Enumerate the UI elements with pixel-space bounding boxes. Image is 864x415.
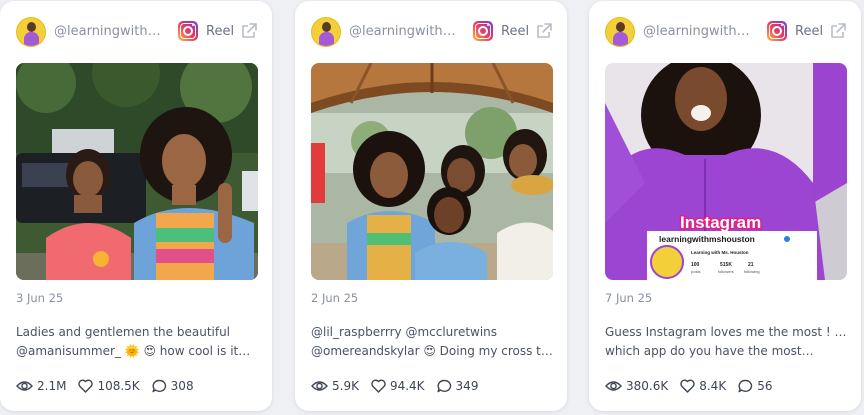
heart-icon — [680, 379, 695, 393]
overlay-following-label: following — [744, 269, 760, 274]
post-card[interactable]: @learningwithm… Reel Instagram learningw… — [589, 1, 861, 411]
external-link-icon[interactable] — [829, 22, 847, 40]
views-stat: 5.9K — [311, 379, 359, 393]
views-count: 380.6K — [626, 379, 669, 393]
overlay-posts-label: posts — [691, 269, 701, 274]
views-count: 5.9K — [332, 379, 359, 393]
post-date: 3 Jun 25 — [16, 291, 64, 305]
post-date: 7 Jun 25 — [605, 291, 653, 305]
likes-stat: 108.5K — [78, 379, 140, 393]
instagram-icon — [767, 21, 787, 41]
caption-line: @lil_raspberrry @mccluretwins — [311, 325, 498, 339]
likes-count: 8.4K — [699, 379, 727, 393]
post-thumbnail[interactable] — [16, 63, 258, 280]
heart-icon — [371, 379, 386, 393]
post-stats: 380.6K 8.4K 56 — [605, 377, 784, 395]
caption-line: Guess Instagram loves me the most ! Lol — [605, 325, 849, 339]
post-card[interactable]: @learningwithm… Reel — [0, 1, 272, 411]
overlay-posts-value: 100 — [691, 262, 700, 268]
eye-icon — [16, 381, 33, 391]
card-header: @learningwithm… Reel — [0, 15, 272, 51]
comments-stat: 56 — [738, 379, 772, 393]
overlay-followers-value: 515K — [720, 262, 732, 268]
likes-stat: 8.4K — [680, 379, 726, 393]
views-count: 2.1M — [37, 379, 67, 393]
post-caption: Guess Instagram loves me the most ! Lol … — [605, 323, 849, 361]
external-link-icon[interactable] — [535, 22, 553, 40]
post-type-label: Reel — [501, 24, 530, 39]
comment-icon — [437, 379, 451, 393]
overlay-name: Learning with Ms. Houston — [691, 250, 749, 255]
instagram-icon — [473, 21, 493, 41]
caption-line: Ladies and gentlemen the beautiful — [16, 325, 231, 339]
username[interactable]: @learningwithm… — [349, 24, 465, 39]
comment-icon — [152, 379, 166, 393]
avatar[interactable] — [311, 17, 341, 47]
post-stats: 2.1M 108.5K 308 — [16, 377, 206, 395]
overlay-followers-label: followers — [718, 269, 734, 274]
comments-stat: 349 — [437, 379, 479, 393]
avatar[interactable] — [16, 17, 46, 47]
username[interactable]: @learningwithm… — [54, 24, 170, 39]
post-thumbnail[interactable]: Instagram learningwithmshouston Learning… — [605, 63, 847, 280]
caption-line: which app do you have the most… — [605, 344, 814, 358]
comments-count: 349 — [455, 379, 479, 393]
views-stat: 2.1M — [16, 379, 66, 393]
overlay-title: Instagram — [680, 213, 761, 232]
instagram-icon — [178, 21, 198, 41]
likes-stat: 94.4K — [371, 379, 425, 393]
comments-stat: 308 — [152, 379, 194, 393]
card-header: @learningwithm… Reel — [589, 15, 861, 51]
comments-count: 308 — [170, 379, 194, 393]
comments-count: 56 — [757, 379, 773, 393]
eye-icon — [605, 381, 622, 391]
card-header: @learningwithm… Reel — [295, 15, 567, 51]
overlay-following-value: 21 — [748, 262, 754, 268]
views-stat: 380.6K — [605, 379, 668, 393]
comment-icon — [738, 379, 753, 393]
eye-icon — [311, 381, 328, 391]
post-date: 2 Jun 25 — [311, 291, 359, 305]
post-thumbnail[interactable] — [311, 63, 553, 280]
overlay-handle: learningwithmshouston — [659, 234, 755, 244]
external-link-icon[interactable] — [240, 22, 258, 40]
caption-line: @omereandskylar 😍 Doing my cross th… — [311, 344, 555, 358]
heart-icon — [78, 379, 94, 393]
caption-line: @amanisummer_ 🌞 😍 how cool is it… — [16, 344, 251, 358]
avatar[interactable] — [605, 17, 635, 47]
username[interactable]: @learningwithm… — [643, 24, 759, 39]
post-stats: 5.9K 94.4K 349 — [311, 377, 490, 395]
likes-count: 108.5K — [97, 379, 140, 393]
post-type-label: Reel — [795, 24, 824, 39]
post-caption: Ladies and gentlemen the beautiful @aman… — [16, 323, 260, 361]
likes-count: 94.4K — [389, 379, 425, 393]
post-card[interactable]: @learningwithm… Reel — [295, 1, 567, 411]
post-type-label: Reel — [206, 24, 235, 39]
post-caption: @lil_raspberrry @mccluretwins @omereands… — [311, 323, 555, 361]
